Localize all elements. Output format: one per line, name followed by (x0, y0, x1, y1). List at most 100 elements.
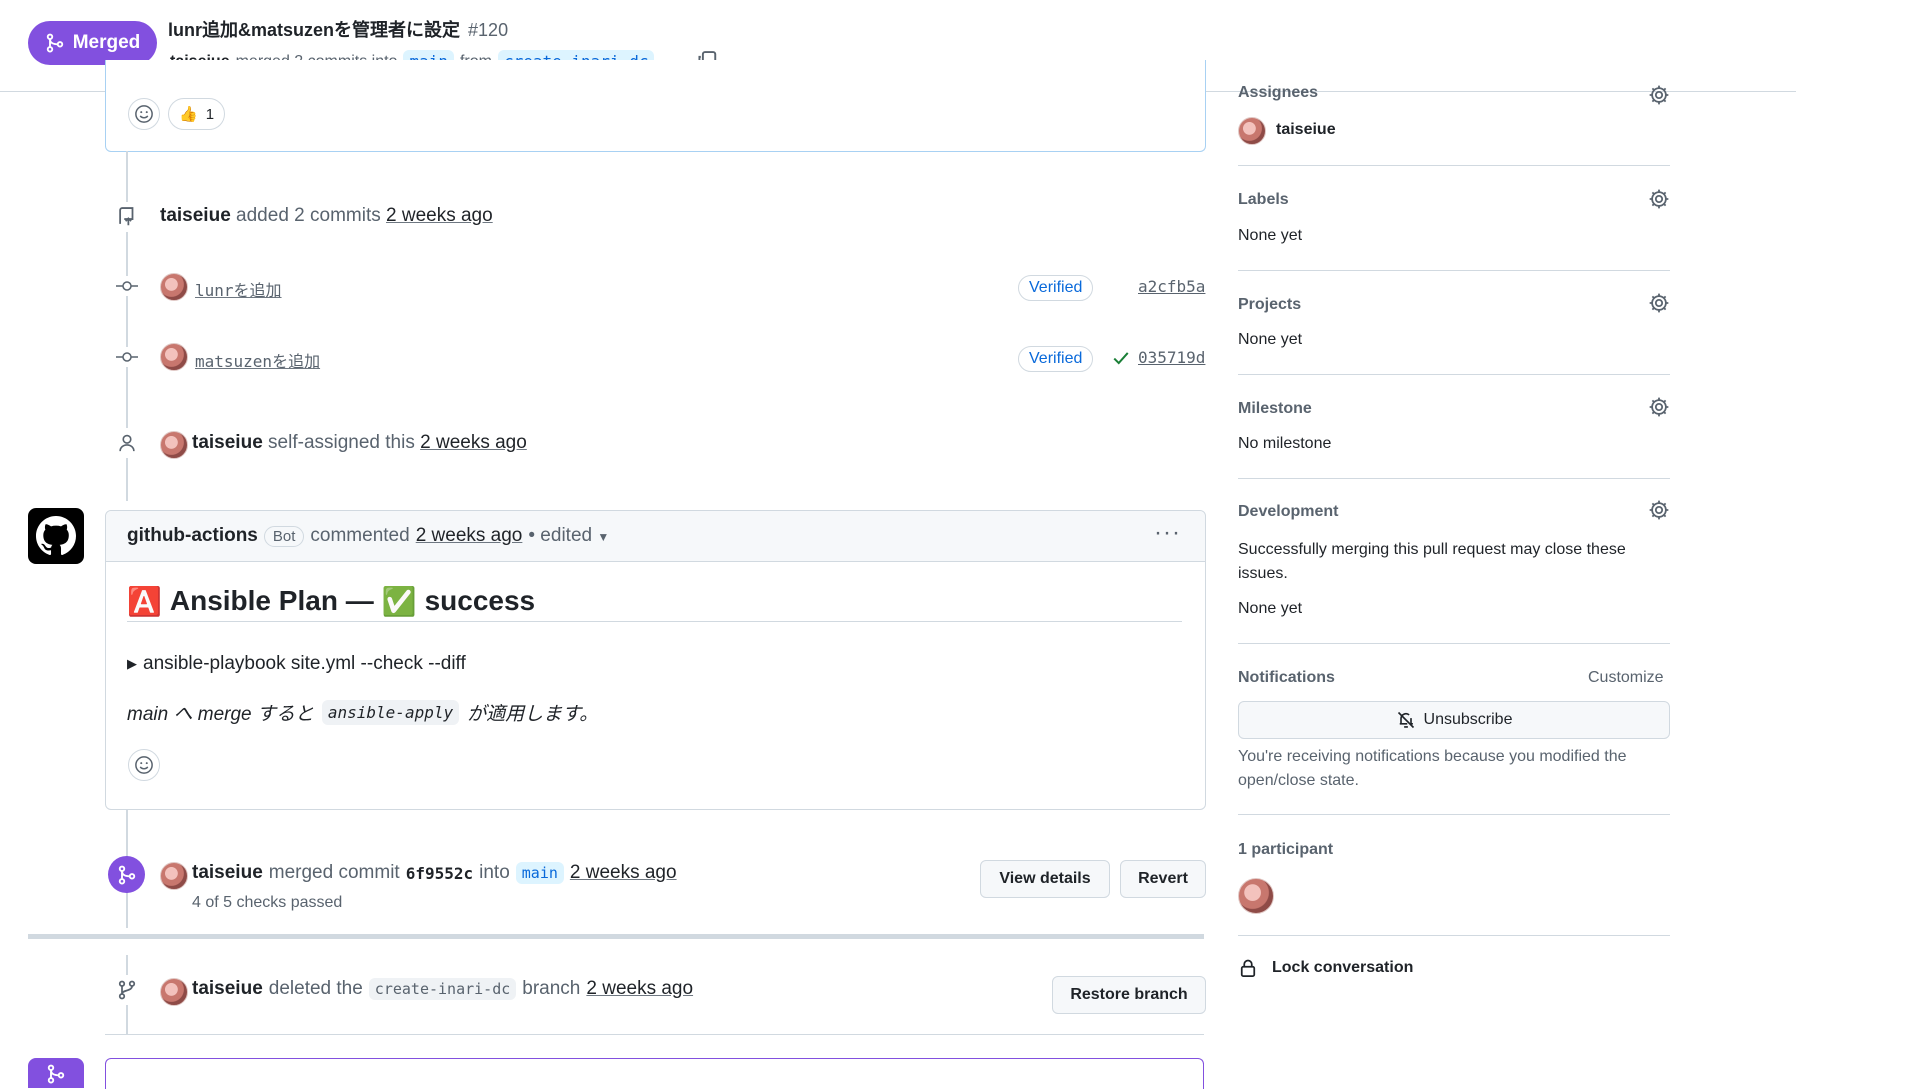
event-text: branch (522, 978, 581, 999)
git-commit-icon (116, 352, 138, 362)
branch-deleted-event: taiseiue deleted the create-inari-dc bra… (192, 978, 693, 1000)
gear-icon[interactable] (1648, 396, 1670, 418)
sidebar-divider (1238, 270, 1670, 271)
projects-value: None yet (1238, 331, 1303, 348)
emoji-check-icon: ✅ (381, 585, 417, 617)
merge-box-badge (28, 1058, 84, 1088)
milestone-value: No milestone (1238, 435, 1332, 452)
commit-message-link[interactable]: matsuzenを追加 (195, 348, 320, 372)
checks-status[interactable]: 4 of 5 checks passed (192, 894, 342, 912)
emoji-a-icon: 🅰️ (127, 585, 162, 617)
edited-dropdown[interactable]: • edited ▼ (528, 525, 609, 547)
restore-branch-button[interactable]: Restore branch (1052, 976, 1206, 1014)
development-text: Successfully merging this pull request m… (1238, 541, 1626, 582)
avatar[interactable] (160, 273, 188, 301)
gear-icon[interactable] (1648, 292, 1670, 314)
avatar[interactable] (160, 978, 188, 1006)
event-user[interactable]: taiseiue (192, 432, 263, 453)
bell-slash-icon (1397, 711, 1414, 729)
git-commit-icon (116, 281, 138, 291)
commit-sha-link[interactable]: 035719d (1138, 348, 1205, 367)
thumbs-up-reaction[interactable]: 👍 1 (168, 98, 226, 130)
customize-link[interactable]: Customize (1588, 669, 1664, 687)
comment-author-link[interactable]: github-actions (127, 525, 258, 547)
unsubscribe-button[interactable]: Unsubscribe (1238, 701, 1670, 739)
merged-event-badge (108, 856, 145, 893)
pr-title-text: lunr追加&matsuzenを管理者に設定 (168, 20, 461, 40)
sidebar-divider (1238, 814, 1670, 815)
event-text: self-assigned this (268, 432, 415, 453)
commit-node (112, 276, 142, 296)
event-time-link[interactable]: 2 weeks ago (420, 432, 527, 453)
labels-value: None yet (1238, 227, 1303, 244)
commit-sha-link[interactable]: a2cfb5a (1138, 277, 1205, 296)
comment-meta: github-actions Bot commented 2 weeks ago… (127, 525, 609, 547)
comment-note: main へ merge すると ansible-apply が適用します。 (127, 699, 598, 726)
comment-time-link[interactable]: 2 weeks ago (416, 525, 523, 547)
verified-badge[interactable]: Verified (1018, 275, 1094, 301)
git-merge-icon (118, 865, 135, 884)
github-actions-avatar[interactable] (28, 508, 84, 564)
kebab-horizontal-icon[interactable]: ··· (1154, 519, 1181, 547)
details-summary[interactable]: ▶ ansible-playbook site.yml --check --di… (127, 653, 466, 675)
sidebar-divider (1238, 935, 1670, 936)
heading-tail: success (424, 585, 536, 616)
assignees-heading[interactable]: Assignees (1238, 84, 1318, 102)
deleted-branch: create-inari-dc (368, 978, 517, 1000)
assignee-name[interactable]: taiseiue (1276, 121, 1336, 139)
avatar[interactable] (160, 343, 188, 371)
avatar[interactable] (160, 431, 188, 459)
comment-heading: 🅰️ Ansible Plan — ✅ success (127, 581, 1182, 622)
event-time-link[interactable]: 2 weeks ago (386, 205, 493, 226)
add-reaction-button[interactable] (128, 749, 160, 781)
event-text: into (479, 862, 510, 883)
avatar[interactable] (160, 862, 188, 890)
labels-heading[interactable]: Labels (1238, 191, 1289, 209)
thumbs-up-count: 1 (205, 105, 215, 123)
comment-header: github-actions Bot commented 2 weeks ago… (106, 511, 1205, 562)
merge-commit-sha[interactable]: 6f9552c (406, 864, 473, 883)
avatar[interactable] (1238, 117, 1266, 145)
event-text: deleted the (268, 978, 363, 999)
revert-button[interactable]: Revert (1120, 860, 1206, 898)
merge-target-branch[interactable]: main (515, 862, 564, 884)
add-reaction-button[interactable] (128, 98, 160, 130)
edited-label: • edited (528, 525, 593, 546)
merged-status-badge: Merged (28, 21, 157, 65)
gear-icon[interactable] (1648, 188, 1670, 210)
sidebar-divider (1238, 374, 1670, 375)
assign-event-badge (112, 428, 142, 458)
event-text: merged commit (268, 862, 400, 883)
event-user[interactable]: taiseiue (192, 978, 263, 1000)
git-merge-icon (47, 1064, 65, 1084)
smiley-icon (135, 105, 153, 123)
development-value: None yet (1238, 600, 1303, 617)
check-icon[interactable] (1112, 349, 1130, 367)
details-summary-text: ansible-playbook site.yml --check --diff (143, 653, 466, 674)
event-user[interactable]: taiseiue (192, 862, 263, 884)
verified-badge[interactable]: Verified (1018, 346, 1094, 372)
milestone-heading[interactable]: Milestone (1238, 400, 1312, 418)
event-time-link[interactable]: 2 weeks ago (570, 862, 677, 884)
branch-event-badge (112, 975, 142, 1005)
event-time-link[interactable]: 2 weeks ago (586, 978, 693, 1000)
gear-icon[interactable] (1648, 499, 1670, 521)
note-code: ansible-apply (321, 700, 460, 725)
lock-conversation-link[interactable]: Lock conversation (1238, 958, 1413, 978)
triangle-right-icon: ▶ (127, 656, 137, 671)
development-heading[interactable]: Development (1238, 503, 1338, 521)
heading-main: Ansible Plan — (169, 585, 374, 616)
git-branch-icon (118, 980, 136, 1000)
caret-down-icon: ▼ (597, 530, 610, 544)
lock-conversation-label: Lock conversation (1272, 959, 1414, 976)
git-merge-icon (46, 33, 63, 53)
event-user[interactable]: taiseiue (160, 205, 231, 226)
projects-heading[interactable]: Projects (1238, 296, 1301, 314)
note-post: が適用します。 (467, 704, 599, 725)
commit-message-link[interactable]: lunrを追加 (195, 277, 282, 301)
participant-avatar[interactable] (1238, 878, 1274, 914)
view-details-button[interactable]: View details (980, 860, 1110, 898)
gear-icon[interactable] (1648, 84, 1670, 106)
pr-title: lunr追加&matsuzenを管理者に設定 #120 (168, 16, 508, 42)
merge-box (105, 1058, 1204, 1089)
